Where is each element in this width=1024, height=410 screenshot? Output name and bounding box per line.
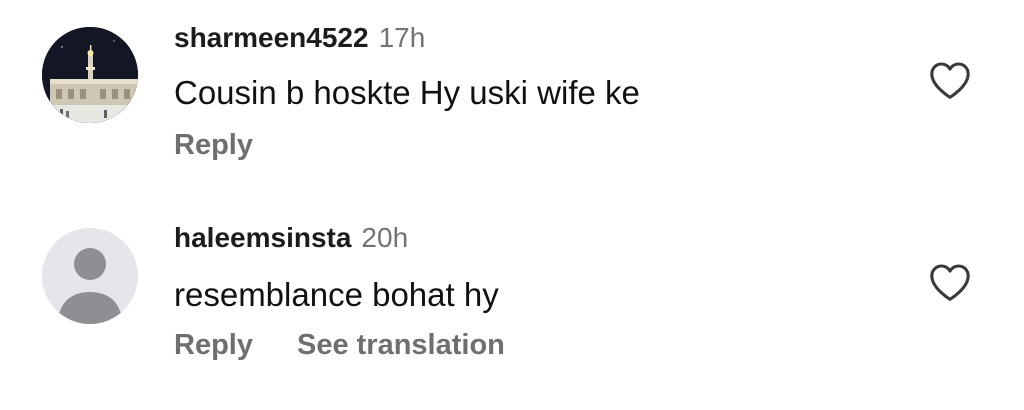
- comment-meta: sharmeen4522 17h: [174, 21, 425, 55]
- comment-text: Cousin b hoskte Hy uski wife ke: [174, 74, 640, 111]
- avatar[interactable]: [42, 27, 138, 123]
- comment-actions: Reply: [174, 128, 253, 162]
- see-translation-button[interactable]: See translation: [297, 329, 505, 361]
- timestamp: 17h: [378, 22, 426, 53]
- comment-actions: Reply See translation: [174, 328, 505, 362]
- avatar[interactable]: [42, 228, 138, 324]
- reply-button[interactable]: Reply: [174, 329, 253, 361]
- reply-button[interactable]: Reply: [174, 129, 253, 161]
- heart-outline-icon[interactable]: [928, 60, 972, 100]
- comment-item: sharmeen4522 17h Cousin b hoskte Hy uski …: [0, 0, 1024, 200]
- username[interactable]: sharmeen4522: [174, 22, 369, 53]
- comment-meta: haleemsinsta 20h: [174, 221, 408, 255]
- comment-text: resemblance bohat hy: [174, 276, 499, 313]
- heart-outline-icon[interactable]: [928, 262, 972, 302]
- default-user-icon: [42, 228, 138, 324]
- avatar-photo-image: [42, 27, 138, 123]
- username[interactable]: haleemsinsta: [174, 222, 351, 253]
- comment-item: haleemsinsta 20h resemblance bohat hy Rep…: [0, 200, 1024, 410]
- timestamp: 20h: [361, 222, 409, 253]
